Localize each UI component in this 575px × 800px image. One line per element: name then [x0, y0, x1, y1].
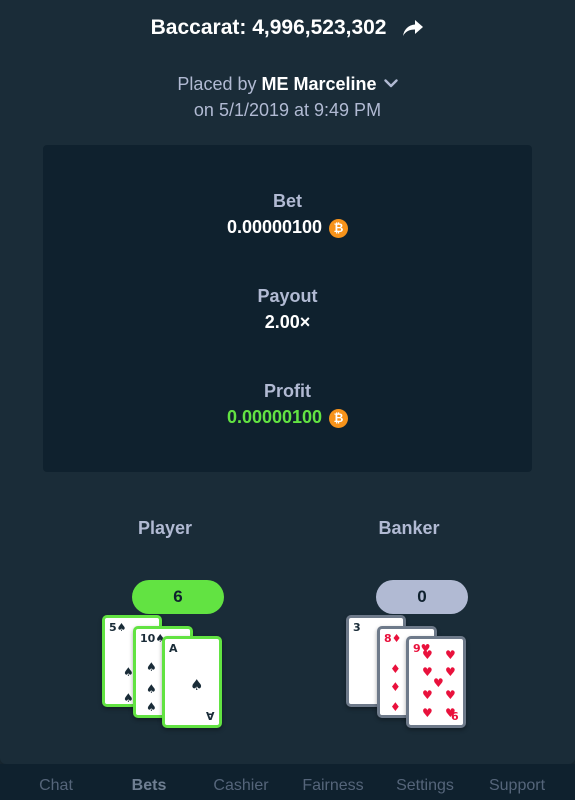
diamond-pip-icon: ♦	[390, 680, 401, 694]
heart-pip-icon: ♥	[422, 648, 433, 662]
heart-pip-icon: ♥	[422, 706, 433, 720]
card-rank: A	[206, 709, 215, 722]
placed-by-row: Placed by ME Marceline	[0, 70, 575, 96]
payout-label: Payout	[257, 286, 318, 306]
nav-support[interactable]: Support	[471, 776, 563, 796]
nav-bets[interactable]: Bets	[103, 776, 195, 796]
user-name-link[interactable]: ME Marceline	[262, 74, 377, 94]
heart-pip-icon: ♥	[445, 688, 456, 702]
spade-pip-icon: ♠	[146, 700, 157, 714]
nav-cashier[interactable]: Cashier	[195, 776, 287, 796]
banker-hand-label: Banker	[378, 518, 440, 538]
bet-details-modal: Baccarat: 4,996,523,302 Placed by ME Mar…	[0, 0, 575, 764]
share-arrow-icon[interactable]	[402, 17, 424, 45]
card-rank: A	[169, 642, 178, 655]
bitcoin-icon: ₿	[329, 219, 349, 238]
heart-pip-icon: ♥	[433, 676, 444, 690]
nav-fairness[interactable]: Fairness	[287, 776, 379, 796]
bet-stats-panel: Bet 0.00000100 ₿ Payout 2.00× Profit 0.00…	[43, 145, 532, 472]
card-rank: 8♦	[384, 632, 402, 645]
heart-pip-icon: ♥	[422, 688, 433, 702]
nav-chat[interactable]: Chat	[10, 776, 102, 796]
heart-pip-icon: ♥	[422, 665, 433, 679]
profit-amount: 0.00000100 ₿	[43, 406, 532, 428]
profit-label: Profit	[264, 381, 311, 401]
player-score-badge: 6	[132, 580, 224, 614]
bottom-nav: Chat Bets Cashier Fairness Settings Supp…	[0, 764, 575, 800]
bitcoin-icon: ₿	[329, 409, 349, 428]
spade-pip-icon: ♠	[146, 682, 157, 696]
bet-date: on 5/1/2019 at 9:49 PM	[193, 100, 382, 120]
spade-pip-icon: ♠	[146, 660, 157, 674]
card-rank: 3	[353, 621, 361, 634]
player-card-3: A ♠ A	[162, 636, 222, 728]
spade-pip-icon: ♠	[190, 676, 204, 694]
heart-pip-icon: ♥	[445, 665, 456, 679]
banker-card-3: 9♥ ♥ ♥ ♥ ♥ ♥ ♥ ♥ ♥ ♥ 9	[406, 636, 466, 728]
modal-title: Baccarat: 4,996,523,302	[150, 16, 387, 39]
bet-value: 0.00000100	[226, 217, 323, 237]
nav-settings[interactable]: Settings	[379, 776, 471, 796]
card-rank: 9	[451, 709, 459, 722]
placed-by-label: Placed by	[177, 74, 257, 94]
chevron-down-icon[interactable]	[383, 70, 398, 94]
player-hand-label: Player	[137, 518, 193, 538]
diamond-pip-icon: ♦	[390, 700, 401, 714]
diamond-pip-icon: ♦	[390, 662, 401, 676]
screen: Baccarat: 4,996,523,302 Placed by ME Mar…	[0, 0, 575, 800]
banker-score-badge: 0	[376, 580, 468, 614]
card-rank: 5♠	[109, 621, 127, 634]
bet-amount: 0.00000100 ₿	[43, 216, 532, 238]
modal-title-row: Baccarat: 4,996,523,302	[0, 14, 575, 45]
payout-value: 2.00×	[264, 312, 311, 332]
heart-pip-icon: ♥	[445, 648, 456, 662]
profit-value: 0.00000100	[226, 407, 323, 427]
bet-label: Bet	[272, 191, 302, 211]
